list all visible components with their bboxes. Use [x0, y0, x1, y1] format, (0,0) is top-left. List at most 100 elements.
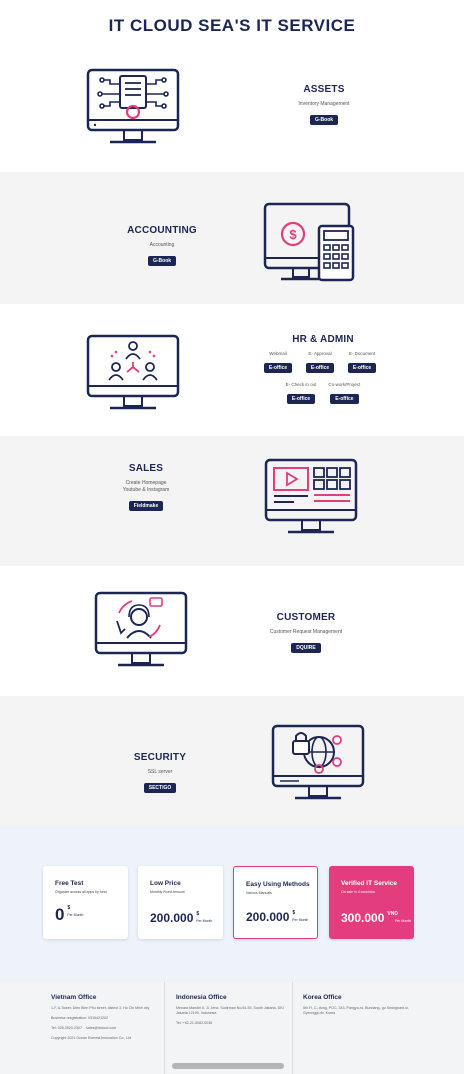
card-price: 0 $ Per Month	[55, 905, 83, 925]
card-subtitle: Organize access all apps by fund	[55, 890, 107, 894]
hr-item-checkinout: E- Check in out E-office	[285, 382, 317, 405]
sales-title: SALES	[128, 463, 164, 474]
hr-item-label: E- Approval	[308, 351, 332, 356]
sales-badge[interactable]: Fieldmake	[128, 501, 164, 511]
hr-info: HR & ADMIN Webmail E-office E- Approval …	[258, 334, 388, 405]
security-subtitle: SSL server	[147, 769, 173, 775]
hr-item-approval: E- Approval E-office	[305, 351, 335, 374]
pricing-card-verified[interactable]: Verified IT Service On sale in 4 countri…	[329, 866, 414, 939]
price-period: Per Month	[292, 918, 309, 922]
lock-globe-monitor-icon	[271, 724, 365, 800]
price-value: 200.000	[246, 910, 290, 924]
security-title: SECURITY	[133, 752, 187, 763]
price-currency: $	[292, 910, 296, 916]
accounting-info: ACCOUNTING Accounting G-Book	[114, 225, 210, 267]
card-subtitle: On sale in 4 countries	[341, 890, 375, 894]
horizontal-scrollbar[interactable]	[172, 1063, 284, 1069]
section-customer: CUSTOMER Customer Request Management DQU…	[0, 566, 464, 696]
customer-subtitle: Customer Request Management	[269, 629, 343, 635]
team-network-monitor-icon	[86, 334, 180, 410]
hr-title: HR & ADMIN	[292, 334, 354, 345]
pricing-card-free-test[interactable]: Free Test Organize access all apps by fu…	[43, 866, 128, 939]
accounting-title: ACCOUNTING	[127, 225, 197, 236]
page-title: IT CLOUD SEA'S IT SERVICE	[108, 16, 356, 35]
copyright: Copyright 2021 Ocean Everest Innovation …	[51, 1036, 132, 1040]
price-currency: $	[196, 911, 200, 917]
customer-info: CUSTOMER Customer Request Management DQU…	[260, 612, 352, 654]
accounting-subtitle: Accounting	[149, 242, 175, 248]
hr-item-badge[interactable]: E-office	[286, 394, 316, 404]
dollar-calculator-monitor-icon: $	[263, 202, 355, 282]
card-price: 200.000 $ Per Month	[150, 911, 212, 925]
office-title: Indonesia Office	[176, 994, 227, 1001]
hr-item-document: E- Document E-office	[347, 351, 377, 374]
hr-grid: Webmail E-office E- Approval E-office E-…	[258, 351, 388, 374]
sales-subtitle-2: Youtube & Instagram	[122, 487, 170, 493]
price-value: 0	[55, 905, 65, 924]
footer: Vietnam Office 1-F, A-Tower, Dien Bien P…	[0, 982, 464, 1074]
card-subtitle: Monthly Fixed Amount	[150, 890, 185, 894]
office-title: Korea Office	[303, 994, 342, 1001]
svg-text:$: $	[289, 227, 297, 242]
security-info: SECURITY SSL server SECTIGO	[112, 752, 208, 794]
section-sales: SALES Create Homepage Youtube & Instagra…	[0, 436, 464, 566]
assets-info: ASSETS Inventory Management G-Book	[276, 84, 372, 126]
hr-item-badge[interactable]: E-office	[347, 363, 377, 373]
assets-badge[interactable]: G-Book	[309, 115, 339, 125]
hr-item-badge[interactable]: E-office	[263, 363, 293, 373]
accounting-badge[interactable]: G-Book	[147, 256, 177, 266]
footer-divider	[292, 982, 293, 1074]
hr-item-label: E- Check in out	[285, 382, 317, 387]
price-period: Per Month	[196, 919, 213, 923]
customer-badge[interactable]: DQUIRE	[291, 643, 321, 653]
card-price: 200.000 $ Per Month	[246, 910, 308, 924]
pricing-section: Free Test Organize access all apps by fu…	[0, 826, 464, 982]
price-period: Per Month	[394, 919, 412, 923]
pricing-card-low-price[interactable]: Low Price Monthly Fixed Amount 200.000 $…	[138, 866, 223, 939]
office-email[interactable]: sales@itcloud.com	[86, 1026, 116, 1030]
card-subtitle: Various Manuals	[246, 891, 272, 895]
page: IT CLOUD SEA'S IT SERVICE ASSETS Invento…	[0, 0, 464, 1074]
hr-item-webmail: Webmail E-office	[263, 351, 293, 374]
office-title: Vietnam Office	[51, 994, 97, 1001]
footer-divider	[164, 982, 165, 1074]
card-title: Free Test	[55, 880, 84, 887]
sales-subtitle-1: Create Homepage	[125, 480, 167, 486]
section-hr-admin: HR & ADMIN Webmail E-office E- Approval …	[0, 304, 464, 436]
card-title: Easy Using Methods	[246, 881, 310, 888]
support-agent-monitor-icon	[94, 591, 188, 667]
hr-item-badge[interactable]: E-office	[305, 363, 335, 373]
office-address: 1-F, A-Tower, Dien Bien Phu street, dist…	[51, 1006, 150, 1010]
office-tel: Tel: +62-21-5082-0038	[176, 1021, 213, 1025]
hr-item-label: Co-work/Project	[328, 382, 361, 387]
price-value: 200.000	[150, 911, 194, 925]
footer-indonesia-office: Indonesia Office Menara Mandiri II, Jl. …	[176, 982, 288, 1074]
office-registration: Business resgistration: 0316421202	[51, 1016, 109, 1020]
hr-item-label: E- Document	[348, 351, 376, 356]
card-title: Low Price	[150, 880, 181, 887]
pricing-card-easy-using[interactable]: Easy Using Methods Various Manuals 200.0…	[233, 866, 318, 939]
customer-title: CUSTOMER	[276, 612, 336, 623]
hr-item-label: Webmail	[269, 351, 287, 356]
section-security: SECURITY SSL server SECTIGO	[0, 696, 464, 826]
office-address: 5th Fl, C- dong, POC, 343, Pangyo-ro, Bu…	[303, 1006, 409, 1015]
security-badge[interactable]: SECTIGO	[143, 783, 177, 793]
hr-item-cowork: Co-work/Project E-office	[328, 382, 360, 405]
price-currency: $	[67, 905, 71, 911]
section-assets: ASSETS Inventory Management G-Book	[0, 44, 464, 172]
card-price: 300.000 VND Per Month	[341, 911, 411, 925]
section-accounting: ACCOUNTING Accounting G-Book $	[0, 172, 464, 304]
price-value: 300.000	[341, 911, 385, 925]
server-gear-monitor-icon	[86, 68, 180, 144]
card-title: Verified IT Service	[341, 880, 398, 887]
price-period: Per Month	[67, 913, 84, 917]
sales-info: SALES Create Homepage Youtube & Instagra…	[98, 463, 194, 512]
office-tel: Tel: 028-3520-2307	[51, 1026, 82, 1030]
price-currency: VND	[387, 911, 398, 917]
video-grid-monitor-icon	[264, 458, 358, 534]
hr-item-badge[interactable]: E-office	[330, 394, 359, 404]
assets-title: ASSETS	[303, 84, 345, 95]
office-address: Menara Mandiri II, Jl. Jend. Sudirman No…	[176, 1006, 284, 1015]
office-contact: Tel: 028-3520-2307 sales@itcloud.com	[51, 1026, 159, 1031]
footer-vietnam-office: Vietnam Office 1-F, A-Tower, Dien Bien P…	[51, 982, 159, 1074]
